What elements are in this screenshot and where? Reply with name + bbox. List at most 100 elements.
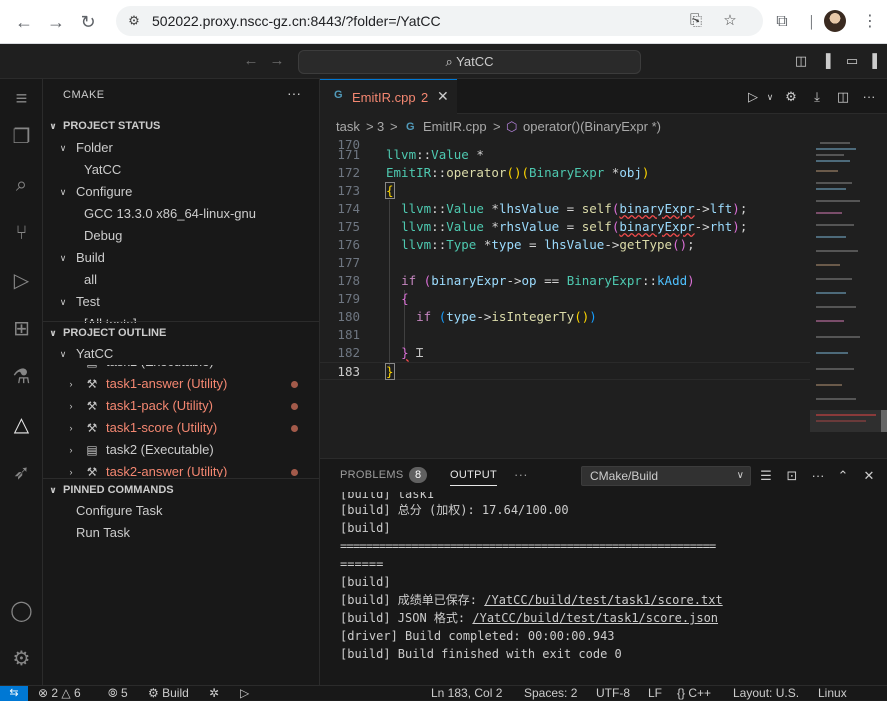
end-of-line[interactable]: LF <box>648 686 662 701</box>
testing-icon[interactable]: ⚗ <box>0 357 43 397</box>
chevron-right-icon: › <box>63 365 79 373</box>
explorer-icon[interactable]: ❐ <box>0 117 43 157</box>
tab-problems[interactable]: PROBLEMS <box>340 469 404 481</box>
cmake-icon[interactable]: △ <box>0 405 43 445</box>
cursor-position[interactable]: Ln 183, Col 2 <box>431 686 502 701</box>
scrollbar-thumb[interactable] <box>881 410 887 432</box>
reload-icon[interactable]: ↻ <box>76 10 100 34</box>
encoding[interactable]: UTF-8 <box>596 686 630 701</box>
tree-item-build-target[interactable]: all <box>43 269 319 291</box>
maximize-panel-icon[interactable]: ⌃ <box>834 467 852 485</box>
section-project-outline[interactable]: ∨ PROJECT OUTLINE <box>43 321 319 343</box>
run-icon[interactable]: ▷ <box>240 686 249 701</box>
go-back-icon[interactable]: ← <box>240 50 262 72</box>
tree-item-test[interactable]: ∨ Test <box>43 291 319 313</box>
more-actions-icon[interactable]: ··· <box>287 85 301 101</box>
tree-item-variant[interactable]: Debug <box>43 225 319 247</box>
manage-gear-icon[interactable]: ⚙ <box>0 639 43 679</box>
toggle-panel-icon[interactable]: ▭ <box>843 52 861 70</box>
section-pinned-commands[interactable]: ∨ PINNED COMMANDS <box>43 478 319 500</box>
code-line: 181 <box>337 327 360 342</box>
command-center-label: YatCC <box>456 54 494 69</box>
forward-icon[interactable]: → <box>44 10 68 34</box>
file-link[interactable]: /YatCC/build/test/task1/score.txt <box>484 593 722 607</box>
customize-layout-icon[interactable]: ◫ <box>792 52 810 70</box>
url-text[interactable]: 502022.proxy.nscc-gz.cn:8443/?folder=/Ya… <box>152 6 441 36</box>
language-mode[interactable]: {} C++ <box>677 686 711 701</box>
tree-item-folder[interactable]: ∨ Folder <box>43 137 319 159</box>
code-editor[interactable]: 170 171 llvm::Value * 172 EmitIR::operator… <box>320 140 810 458</box>
chevron-down-icon: ∨ <box>59 253 67 263</box>
run-debug-icon[interactable]: ▷ <box>0 261 43 301</box>
site-info-icon[interactable]: ⚙ <box>124 11 144 31</box>
extensions-icon[interactable]: ⊞ <box>0 309 43 349</box>
code-line: 177 <box>337 255 360 270</box>
tree-item-kit[interactable]: GCC 13.3.0 x86_64-linux-gnu <box>43 203 319 225</box>
install-app-icon[interactable]: ⎘ <box>686 11 706 31</box>
pinned-run-task[interactable]: Run Task <box>43 522 319 544</box>
panel-more-tabs[interactable]: ··· <box>514 467 528 482</box>
tree-item-root[interactable]: ∨ YatCC <box>43 343 319 365</box>
editor-tab-bar: G EmitIR.cpp 2 ✕ ▷ ∨ ⚙ ⤓ ◫ ··· <box>320 79 887 114</box>
toggle-secondary-sidebar-icon[interactable]: ▌ <box>868 52 886 70</box>
gear-icon[interactable]: ⚙ <box>782 88 800 106</box>
breadcrumb-item[interactable]: operator()(BinaryExpr *) <box>523 114 661 140</box>
avatar[interactable] <box>824 10 846 32</box>
back-icon[interactable]: ← <box>12 10 36 34</box>
problems-status[interactable]: ⊗ 2 △ 6 <box>38 686 81 701</box>
indentation[interactable]: Spaces: 2 <box>524 686 577 701</box>
browser-menu-icon[interactable]: ⋮ <box>858 10 882 34</box>
list-item[interactable]: › ⚒ task1-pack (Utility) <box>43 395 319 417</box>
address-bar[interactable]: ⚙ 502022.proxy.nscc-gz.cn:8443/?folder=/… <box>116 6 763 36</box>
close-icon[interactable]: ✕ <box>437 88 449 105</box>
keyboard-layout[interactable]: Layout: U.S. <box>733 686 799 701</box>
os-indicator[interactable]: Linux <box>818 686 847 701</box>
more-actions-icon[interactable]: ··· <box>809 467 827 485</box>
extensions-icon[interactable]: ⧉ <box>770 10 794 34</box>
cmake-build-button[interactable]: ⚙ Build <box>148 686 189 701</box>
list-item[interactable]: › ▤ task2 (Executable) <box>43 439 319 461</box>
save-all-icon[interactable]: ⤓ <box>808 88 826 106</box>
remote-explorer-icon[interactable]: ➶ <box>0 453 43 493</box>
toggle-primary-sidebar-icon[interactable]: ▐ <box>817 52 835 70</box>
list-item[interactable]: › ⚒ task2-answer (Utility) <box>43 461 319 477</box>
split-editor-icon[interactable]: ◫ <box>834 88 852 106</box>
list-item[interactable]: › ⚒ task1-answer (Utility) <box>43 373 319 395</box>
breadcrumb-item[interactable]: 3 <box>377 114 384 140</box>
section-project-status[interactable]: ∨ PROJECT STATUS <box>43 115 319 137</box>
executable-icon: ▤ <box>86 443 98 457</box>
chevron-right-icon: › <box>69 379 73 389</box>
breadcrumb: task > 3 > G EmitIR.cpp > ⬡ operator()(B… <box>320 114 887 140</box>
browser-toolbar: ← → ↻ ⚙ 502022.proxy.nscc-gz.cn:8443/?fo… <box>0 0 887 44</box>
tree-item-folder-value[interactable]: YatCC <box>43 159 319 181</box>
list-item[interactable]: › ⚒ task1-score (Utility) <box>43 417 319 439</box>
command-center[interactable]: ⌕ YatCC <box>298 50 641 74</box>
breadcrumb-item[interactable]: task <box>336 114 360 140</box>
list-item[interactable]: ›▤task1 (Executable) <box>43 365 319 373</box>
pinned-configure-task[interactable]: Configure Task <box>43 500 319 522</box>
more-actions-icon[interactable]: ··· <box>860 88 878 106</box>
tree-item-configure[interactable]: ∨ Configure <box>43 181 319 203</box>
menu-icon[interactable]: ≡ <box>0 79 43 119</box>
ports-status[interactable]: ⦾ 5 <box>108 686 128 701</box>
tab-output[interactable]: OUTPUT <box>450 469 498 486</box>
output-log[interactable]: [build] task1 [build] 总分 (加权): 17.64/100… <box>340 492 880 663</box>
tree-item-build[interactable]: ∨ Build <box>43 247 319 269</box>
file-link[interactable]: /YatCC/build/test/task1/score.json <box>472 611 718 625</box>
bookmark-star-icon[interactable]: ☆ <box>720 11 740 31</box>
close-icon[interactable]: ✕ <box>860 467 878 485</box>
search-icon[interactable]: ⌕ <box>0 165 43 205</box>
breadcrumb-item[interactable]: EmitIR.cpp <box>423 114 487 140</box>
source-control-icon[interactable]: ⑂ <box>0 213 43 253</box>
clear-output-icon[interactable]: ☰ <box>757 467 775 485</box>
debug-icon[interactable]: ✲ <box>209 686 219 701</box>
output-channel-select[interactable]: CMake/Build ∨ <box>581 466 751 486</box>
lock-scroll-icon[interactable]: ⊡ <box>783 467 801 485</box>
accounts-icon[interactable]: ◯ <box>0 591 43 631</box>
minimap[interactable] <box>810 140 887 458</box>
go-forward-icon[interactable]: → <box>266 50 288 72</box>
tab-emitir[interactable]: G EmitIR.cpp 2 ✕ <box>320 79 457 114</box>
remote-indicator-icon[interactable]: ⇆ <box>0 686 28 701</box>
run-icon[interactable]: ▷ <box>744 88 762 106</box>
chevron-down-icon[interactable]: ∨ <box>761 88 779 106</box>
